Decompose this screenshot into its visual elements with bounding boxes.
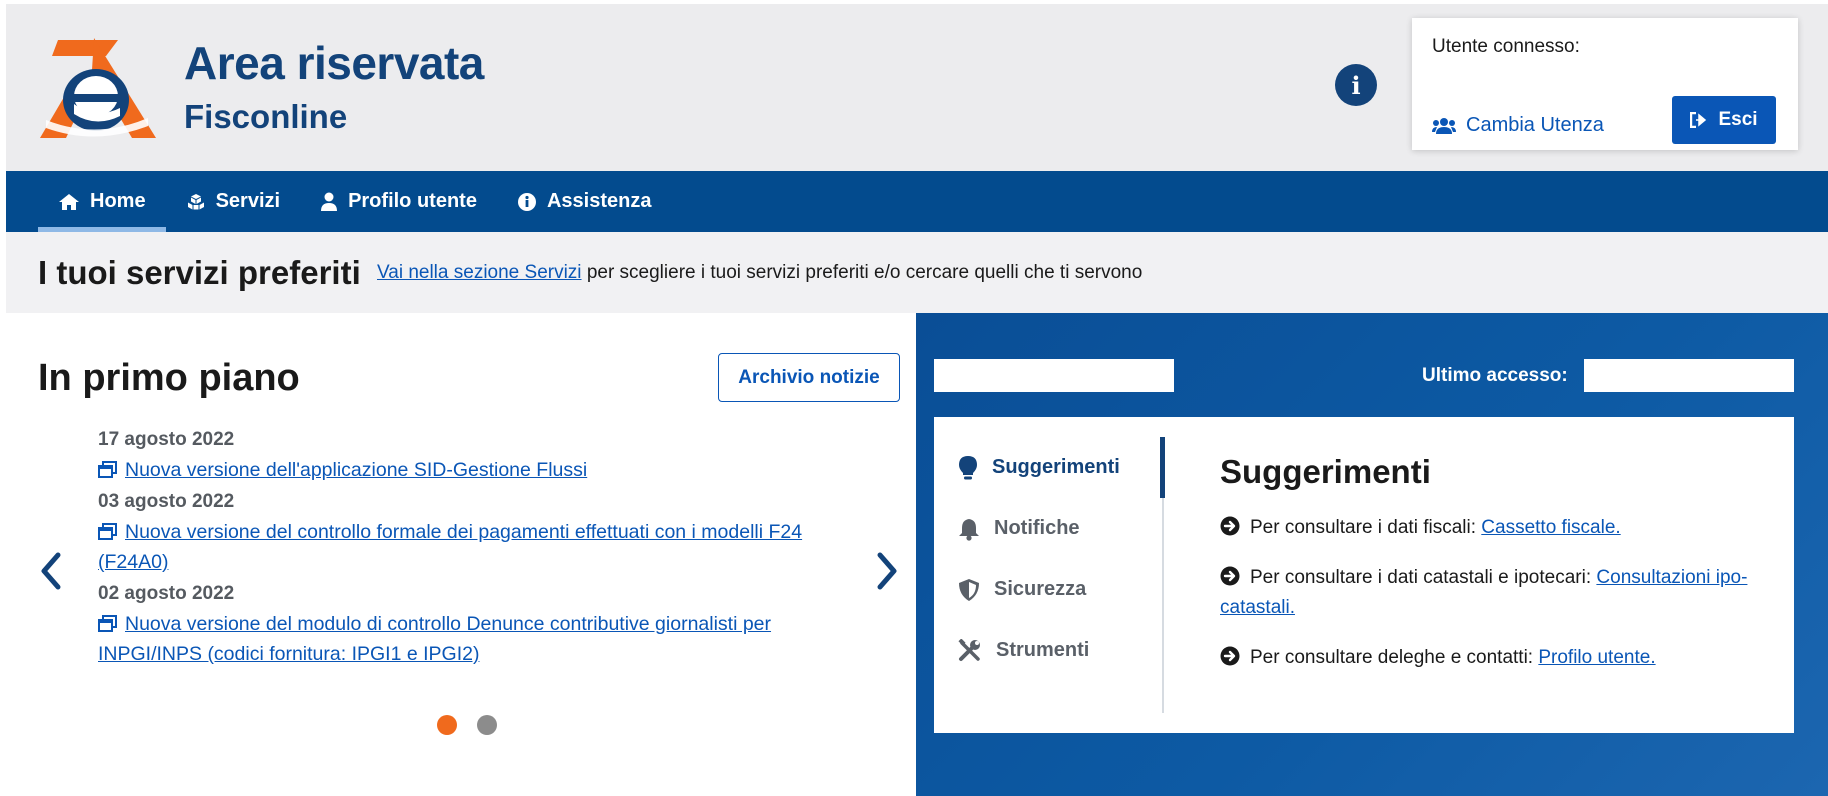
services-icon — [187, 193, 204, 209]
window-restore-icon — [98, 461, 117, 478]
nav-item-assistance[interactable]: Assistenza — [497, 171, 672, 232]
tab-label: Suggerimenti — [992, 456, 1120, 478]
tab-suggerimenti[interactable]: Suggerimenti — [934, 437, 1165, 498]
news-date: 03 agosto 2022 — [98, 491, 235, 512]
news-title: In primo piano — [38, 357, 300, 399]
app-title: Area riservata — [184, 37, 484, 89]
nav-item-home[interactable]: Home — [38, 171, 166, 232]
user-box: Utente connesso: Cambia Utenza Esci — [1412, 18, 1798, 150]
main-nav: Home Servizi Profilo utente Assistenza — [6, 171, 1828, 232]
header: Area riservata Fisconline i Utente conne… — [6, 4, 1828, 171]
news-archive-button[interactable]: Archivio notizie — [718, 353, 900, 402]
nav-item-label: Profilo utente — [348, 190, 477, 212]
news-link[interactable]: Nuova versione del controllo formale dei… — [98, 517, 838, 577]
favorites-title: I tuoi servizi preferiti — [38, 254, 361, 291]
arrow-circle-right-icon — [1220, 516, 1240, 536]
tip-link[interactable]: Cassetto fiscale. — [1481, 517, 1620, 538]
news-link[interactable]: Nuova versione dell'applicazione SID-Ges… — [98, 455, 838, 485]
tab-label: Sicurezza — [994, 578, 1087, 600]
nav-item-label: Servizi — [215, 190, 281, 212]
user-panel: Ultimo accesso: Suggerimenti Notifiche S… — [916, 313, 1828, 796]
user-name-field — [934, 359, 1174, 392]
info-circle-icon — [517, 192, 536, 211]
tab-sicurezza[interactable]: Sicurezza — [934, 559, 1162, 620]
switch-user-label: Cambia Utenza — [1466, 114, 1604, 136]
carousel-dot[interactable] — [477, 715, 497, 735]
carousel-dots — [437, 715, 497, 735]
news-item: 03 agosto 2022 Nuova versione del contro… — [98, 491, 838, 577]
tools-icon — [958, 638, 980, 661]
lightbulb-icon — [959, 455, 977, 479]
nav-item-label: Assistenza — [546, 190, 652, 212]
app-subtitle: Fisconline — [184, 98, 348, 135]
news-list: 17 agosto 2022 Nuova versione dell'appli… — [98, 423, 838, 671]
nav-item-profile[interactable]: Profilo utente — [300, 171, 497, 232]
services-section-link[interactable]: Vai nella sezione Servizi — [377, 262, 582, 283]
tab-label: Strumenti — [996, 639, 1090, 661]
tab-strumenti[interactable]: Strumenti — [934, 620, 1162, 681]
arrow-circle-right-icon — [1220, 646, 1240, 666]
news-panel: In primo piano Archivio notizie 17 agost… — [6, 313, 915, 796]
window-restore-icon — [98, 615, 117, 632]
agenzia-entrate-logo[interactable] — [36, 34, 158, 142]
switch-user-link[interactable]: Cambia Utenza — [1432, 114, 1604, 137]
tip-link[interactable]: Profilo utente. — [1538, 647, 1655, 668]
carousel-dot[interactable] — [437, 715, 457, 735]
info-icon[interactable]: i — [1335, 64, 1377, 106]
news-link[interactable]: Nuova versione del modulo di controllo D… — [98, 609, 838, 669]
news-date: 17 agosto 2022 — [98, 429, 235, 450]
chevron-left-icon[interactable] — [36, 549, 66, 593]
tip-item: Per consultare deleghe e contatti: Profi… — [1220, 643, 1780, 673]
tip-item: Per consultare i dati catastali e ipotec… — [1220, 566, 1748, 618]
tips-card: Suggerimenti Notifiche Sicurezza Strumen… — [934, 417, 1794, 733]
tips-content: Suggerimenti Per consultare i dati fisca… — [1220, 453, 1780, 693]
logout-label: Esci — [1718, 109, 1758, 130]
chevron-right-icon[interactable] — [872, 549, 902, 593]
shield-icon — [959, 578, 979, 601]
tips-title: Suggerimenti — [1220, 453, 1431, 490]
bell-icon — [959, 518, 979, 541]
users-icon — [1432, 117, 1456, 134]
last-access-label: Ultimo accesso: — [1422, 365, 1568, 386]
favorites-text: Vai nella sezione Servizi per scegliere … — [377, 262, 1142, 284]
news-date: 02 agosto 2022 — [98, 583, 235, 604]
home-icon — [59, 193, 79, 210]
nav-item-label: Home — [90, 190, 146, 212]
news-item: 17 agosto 2022 Nuova versione dell'appli… — [98, 429, 838, 485]
tab-label: Notifiche — [994, 517, 1080, 539]
nav-item-services[interactable]: Servizi — [166, 171, 300, 232]
last-access-value — [1584, 359, 1794, 392]
logout-button[interactable]: Esci — [1672, 96, 1776, 144]
window-restore-icon — [98, 523, 117, 540]
connected-user-label: Utente connesso: — [1432, 36, 1580, 57]
tips-tabs: Suggerimenti Notifiche Sicurezza Strumen… — [934, 437, 1165, 713]
favorites-strip: I tuoi servizi preferiti Vai nella sezio… — [6, 232, 1828, 313]
arrow-circle-right-icon — [1220, 566, 1240, 586]
user-icon — [321, 192, 338, 211]
favorites-description: per scegliere i tuoi servizi preferiti e… — [586, 262, 1143, 283]
news-item: 02 agosto 2022 Nuova versione del modulo… — [98, 583, 838, 669]
sign-out-icon — [1690, 112, 1707, 128]
tab-notifiche[interactable]: Notifiche — [934, 498, 1162, 559]
tip-item: Per consultare i dati fiscali: Cassetto … — [1220, 513, 1780, 543]
